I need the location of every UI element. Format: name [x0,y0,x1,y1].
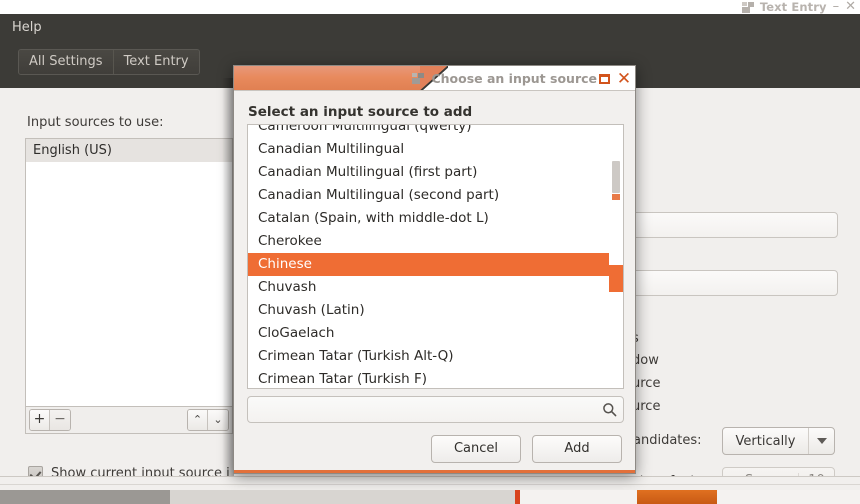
close-icon[interactable]: ✕ [615,70,633,88]
list-item[interactable]: English (US) [26,139,232,162]
list-scrollbar[interactable] [609,125,623,388]
settings-text-field-1[interactable] [628,212,838,238]
close-button[interactable]: ✕ [845,0,856,14]
dock-segment-white [520,490,637,504]
list-item[interactable]: Catalan (Spain, with middle-dot L) [248,207,623,230]
window-bottom-edge [0,476,860,490]
dialog-action-buttons: Cancel Add [431,435,622,463]
list-item[interactable]: Chuvash (Latin) [248,299,623,322]
dialog-bottom-accent [234,470,635,473]
list-item[interactable]: Crimean Tatar (Turkish F) [248,368,623,388]
text-entry-button[interactable]: Text Entry [113,50,199,74]
scrollbar-selection-marker [609,265,623,292]
panel-title: Text Entry [759,0,827,14]
input-source-list[interactable]: Cameroon Multilingual (qwerty) Canadian … [247,124,624,389]
list-item[interactable]: CloGaelach [248,322,623,345]
dialog-title-row: Choose an input source [412,66,597,90]
menu-help[interactable]: Help [12,20,42,35]
list-item[interactable]: Cherokee [248,230,623,253]
panel-window-controls: Text Entry – ✕ [741,0,856,14]
bottom-hairline [0,484,860,485]
scrollbar-marker [612,194,620,200]
choose-input-source-dialog: Choose an input source ✕ Select an input… [233,65,636,474]
dock-segment-white-2 [717,490,860,504]
search-field[interactable] [247,396,624,423]
move-button-group: ⌃ ⌄ [187,409,229,431]
dock-segment-gray [0,490,170,504]
candidates-orientation-select[interactable]: Vertically [722,427,835,455]
list-item[interactable]: Crimean Tatar (Turkish Alt-Q) [248,345,623,368]
screen: Text Entry – ✕ Help All Settings Text En… [0,0,860,504]
list-item[interactable]: Cameroon Multilingual (qwerty) [248,125,623,138]
list-scrollbar-thumb[interactable] [612,161,620,193]
cancel-button[interactable]: Cancel [431,435,521,463]
dialog-heading: Select an input source to add [248,104,473,120]
list-item-selected[interactable]: Chinese [248,253,623,276]
minimize-button[interactable]: – [833,0,840,14]
add-input-source-button[interactable]: + [30,410,50,430]
settings-toolbar: All Settings Text Entry [18,49,200,75]
dock-segment-orange-1 [637,490,717,504]
move-up-button[interactable]: ⌃ [188,410,208,430]
window-icon [741,1,754,13]
maximize-icon[interactable] [595,70,613,88]
dialog-window-buttons: ✕ [595,69,633,88]
list-item[interactable]: Canadian Multilingual [248,138,623,161]
clipped-label-3: urce [632,376,661,391]
dialog-titlebar[interactable]: Choose an input source ✕ [234,66,635,91]
list-item[interactable]: Chuvash [248,276,623,299]
all-settings-button[interactable]: All Settings [19,50,114,74]
search-icon[interactable] [595,402,623,417]
candidates-orientation-value: Vertically [735,433,796,449]
settings-text-field-2[interactable] [628,270,838,296]
clipped-label-2: dow [632,353,659,368]
dock-segment-light [170,490,515,504]
dialog-title: Choose an input source [431,71,597,86]
dialog-titlebar-progress [234,66,448,90]
bottom-dock-strip [0,490,860,504]
input-sources-label: Input sources to use: [27,115,164,130]
desktop-panel: Text Entry – ✕ [0,0,860,14]
input-source-list-scrollarea: Cameroon Multilingual (qwerty) Canadian … [248,125,623,388]
add-remove-button-group: + − [29,409,71,431]
chevron-down-icon[interactable] [808,428,834,454]
move-down-button[interactable]: ⌄ [208,410,228,430]
input-sources-list[interactable]: English (US) [25,138,233,406]
list-item[interactable]: Canadian Multilingual (second part) [248,184,623,207]
window-icon [412,73,425,84]
clipped-label-4: urce [632,399,661,414]
candidates-label: andidates: [633,433,702,448]
remove-input-source-button[interactable]: − [50,410,70,430]
search-input[interactable] [248,402,595,417]
add-button[interactable]: Add [532,435,622,463]
list-item[interactable]: Canadian Multilingual (first part) [248,161,623,184]
input-sources-toolbar: + − ⌃ ⌄ [25,406,233,434]
